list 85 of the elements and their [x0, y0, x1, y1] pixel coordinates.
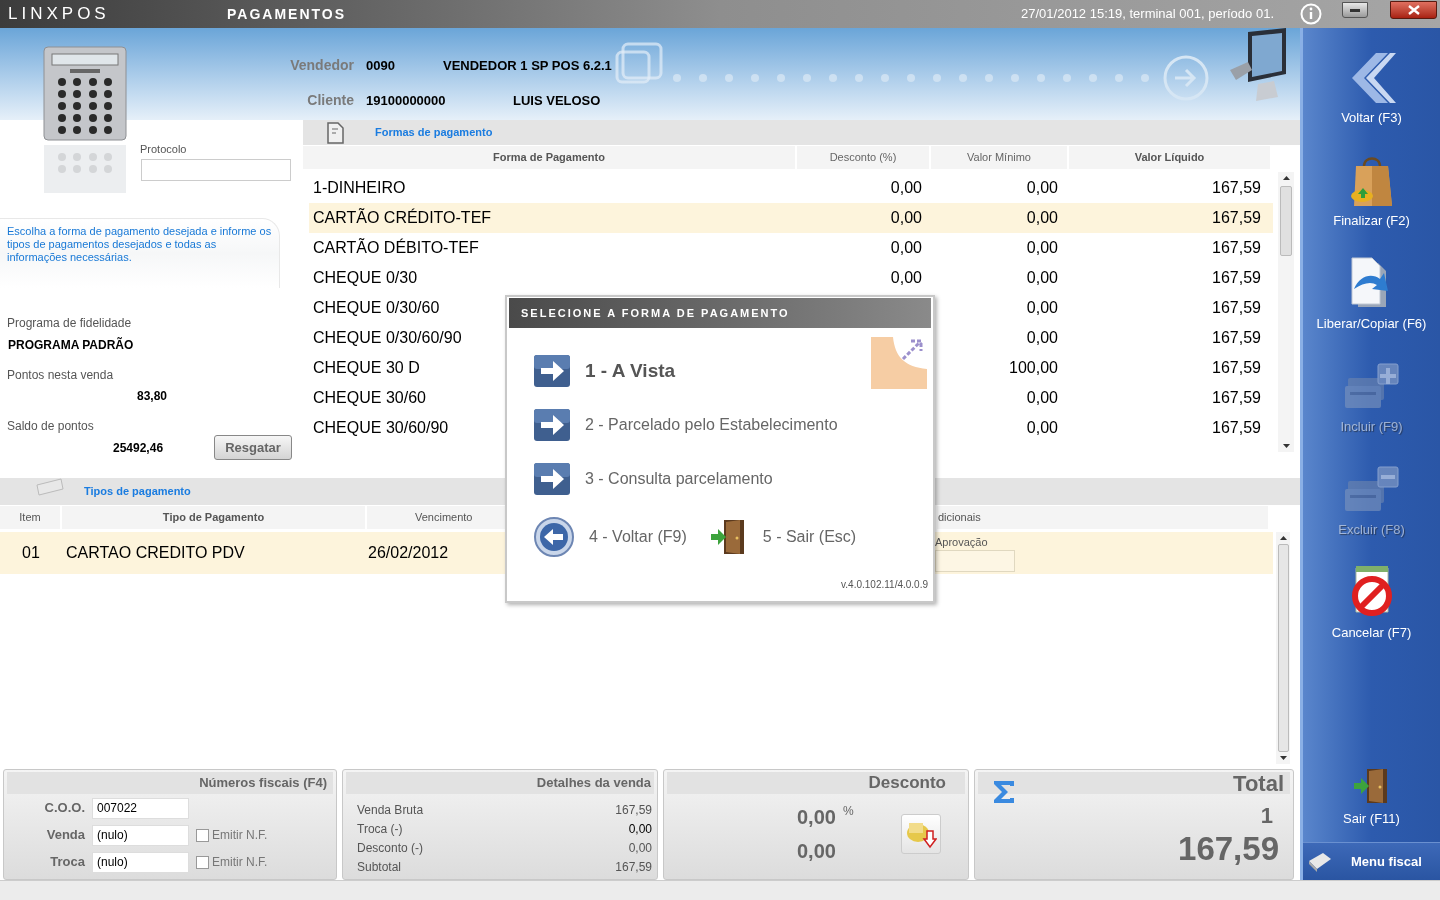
- table-cell: 167,59: [1212, 389, 1261, 406]
- table-cell: 167,59: [1212, 299, 1261, 316]
- checkbox-label: Emitir N.F.: [212, 854, 268, 871]
- detail-label: Troca (-): [357, 820, 404, 838]
- table-cell: 1-DINHEIRO: [313, 179, 406, 196]
- panel-title: Total: [1233, 769, 1284, 798]
- detail-label: Desconto (-): [357, 839, 425, 857]
- table-cell: CHEQUE 30/60/90: [313, 419, 449, 436]
- section-title: Tipos de pagamento: [84, 484, 191, 500]
- detail-label: Venda Bruta: [357, 801, 425, 819]
- name-value: VENDEDOR 1 SP POS 6.2.1: [443, 56, 612, 75]
- table-cell: CHEQUE 30/60: [313, 389, 426, 406]
- panel-title: Desconto: [868, 772, 946, 795]
- table-cell-text: 01: [21, 543, 41, 563]
- balance-value: 25492,46: [113, 439, 165, 457]
- total-count: 1: [1260, 802, 1273, 830]
- panel-title: Detalhes da venda: [536, 774, 651, 793]
- table-cell: CHEQUE 0/30/60: [313, 299, 440, 316]
- table-cell: 0,00: [1026, 179, 1058, 196]
- version-text: v.4.0.102.11/4.0.0.9: [841, 578, 928, 592]
- program-name: PROGRAMA PADRÃO: [8, 336, 135, 354]
- field-label: Troca: [49, 853, 86, 872]
- table-cell: 0,00: [1026, 419, 1058, 436]
- detail-value: 0,00: [628, 839, 652, 857]
- dialog-title: SELECIONE A FORMA DE PAGAMENTO: [521, 305, 790, 321]
- detail-value: 167,59: [615, 858, 652, 876]
- table-cell: CHEQUE 30 D: [313, 359, 420, 376]
- table-cell: 167,59: [1212, 179, 1261, 196]
- code-value: 0090: [366, 56, 396, 75]
- detail-label: Subtotal: [357, 858, 403, 876]
- help-text: Escolha a forma de pagamento desejada e informe os tipos de pagamentos desejados e todas as informações necessárias.: [7, 224, 272, 264]
- discount-percent: 0,00: [797, 805, 836, 830]
- table-cell: 0,00: [1026, 389, 1058, 406]
- field-label: Cliente: [306, 91, 355, 110]
- table-cell: 0,00: [1026, 239, 1058, 256]
- column-header: Valor Mínimo: [931, 146, 1067, 169]
- field-label: Pontos nesta venda: [7, 367, 115, 384]
- column-header: dicionais: [937, 506, 1268, 529]
- field-label: Aprovação: [935, 534, 989, 550]
- total-value: 167,59: [1178, 832, 1279, 866]
- table-cell: 0,00: [890, 179, 922, 196]
- table-cell: 0,00: [890, 209, 922, 226]
- table-cell: 167,59: [1212, 359, 1261, 376]
- field-label: C.O.O.: [43, 799, 86, 818]
- column-header: Desconto (%): [797, 146, 929, 169]
- field-label: Saldo de pontos: [7, 418, 95, 435]
- session-info: 27/01/2012 15:19, terminal 001, período 01.: [1021, 5, 1274, 24]
- field-label: Programa de fidelidade: [7, 315, 133, 332]
- table-cell: 167,59: [1212, 419, 1261, 436]
- table-cell: 0,00: [1026, 329, 1058, 346]
- percent-sign: %: [842, 803, 854, 820]
- code-value: 19100000000: [366, 91, 447, 110]
- table-cell: 0,00: [890, 239, 922, 256]
- field-label: Venda: [45, 826, 86, 845]
- table-cell-text: 26/02/2012: [368, 543, 450, 563]
- app-name: LINXPOS: [8, 3, 111, 26]
- table-cell: 0,00: [1026, 299, 1058, 316]
- table-cell: 0,00: [890, 269, 922, 286]
- section-title: Formas de pagamento: [375, 125, 493, 141]
- table-cell-text: CARTAO CREDITO PDV: [66, 543, 246, 563]
- table-cell: 167,59: [1212, 239, 1261, 256]
- discount-value: 0,00: [797, 839, 837, 864]
- detail-value: 0,00: [628, 820, 652, 838]
- table-cell: CARTÃO DÉBITO-TEF: [313, 239, 479, 256]
- column-header: Tipo de Pagamento: [62, 506, 365, 529]
- panel-title: Números fiscais (F4): [199, 774, 327, 793]
- detail-value: 167,59: [615, 801, 652, 819]
- name-value: LUIS VELOSO: [513, 91, 601, 110]
- column-header: Forma de Pagamento: [303, 146, 795, 169]
- points-value: 83,80: [137, 388, 169, 405]
- table-cell: CHEQUE 0/30: [313, 269, 418, 286]
- table-cell: CARTÃO CRÉDITO-TEF: [313, 209, 492, 226]
- table-cell: 167,59: [1212, 329, 1261, 346]
- column-header: Item: [0, 506, 60, 529]
- field-label: Vendedor: [289, 56, 355, 75]
- column-header: Valor Líquido: [1069, 146, 1270, 169]
- field-label: Protocolo: [140, 142, 188, 157]
- table-cell: 100,00: [1009, 359, 1058, 376]
- screen-title: PAGAMENTOS: [227, 4, 347, 24]
- checkbox-label: Emitir N.F.: [212, 827, 268, 844]
- table-cell: CHEQUE 0/30/60/90: [313, 329, 462, 346]
- table-cell: 0,00: [1026, 209, 1058, 226]
- table-cell: 0,00: [1026, 269, 1058, 286]
- table-cell: 167,59: [1212, 209, 1261, 226]
- table-cell: 167,59: [1212, 269, 1261, 286]
